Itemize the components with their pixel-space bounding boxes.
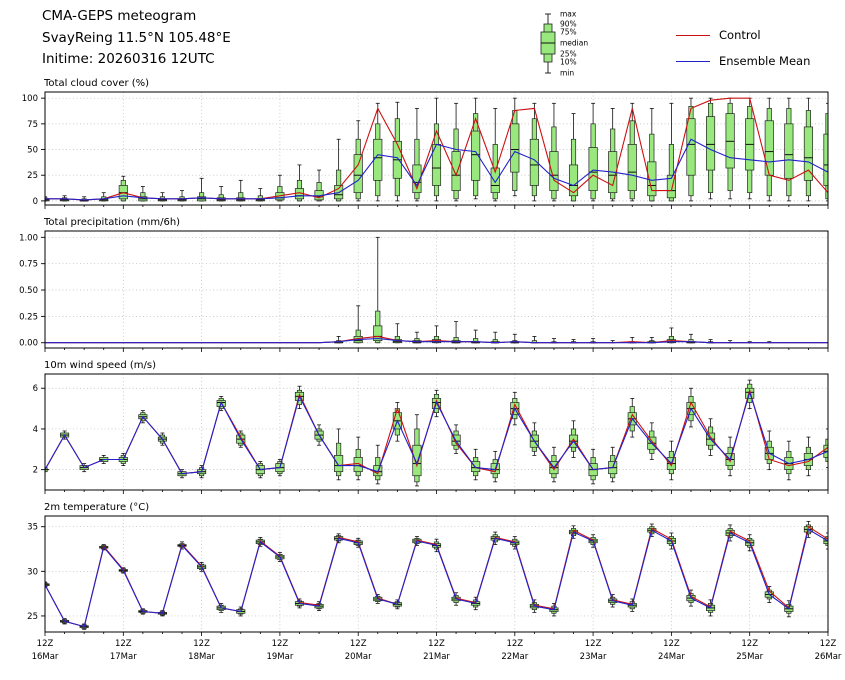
panel-4: 2m temperature (°C) 25 30 35 bbox=[27, 502, 832, 636]
x-tick-label-hour: 12Z bbox=[585, 639, 602, 649]
panel-content bbox=[41, 380, 832, 486]
x-tick-label-hour: 12Z bbox=[37, 639, 54, 649]
x-tick-label-hour: 12Z bbox=[115, 639, 132, 649]
app-title: CMA-GEPS meteogram bbox=[42, 6, 231, 28]
box-25-75 bbox=[334, 455, 342, 471]
x-tick-label-date: 21Mar bbox=[423, 652, 450, 662]
box-25-75 bbox=[589, 147, 597, 190]
box-25-75 bbox=[354, 155, 362, 193]
meteogram-page: CMA-GEPS meteogram SvayReing 11.5°N 105.… bbox=[0, 0, 845, 680]
panel-content bbox=[41, 98, 832, 201]
y-tick-label: 2 bbox=[33, 466, 38, 476]
y-tick-label: 100 bbox=[22, 94, 38, 104]
x-tick-label-date: 18Mar bbox=[188, 652, 215, 662]
panel-1: Total cloud cover (%) 0 25 50 75 100 bbox=[22, 78, 832, 209]
y-tick-label: 0.50 bbox=[19, 286, 38, 296]
x-tick-label-date: 25Mar bbox=[736, 652, 763, 662]
x-tick-label-date: 26Mar bbox=[815, 652, 842, 662]
y-tick-label: 6 bbox=[33, 384, 38, 394]
panel-3: 10m wind speed (m/s) 2 4 6 bbox=[33, 360, 833, 494]
boxplot-legend: max90%75%median25%10%min bbox=[541, 10, 588, 78]
box-25-75 bbox=[628, 144, 636, 190]
legend-box-label: max bbox=[560, 10, 577, 19]
panel-title: Total cloud cover (%) bbox=[43, 78, 149, 89]
box-25-75 bbox=[687, 119, 695, 176]
panel-title: 10m wind speed (m/s) bbox=[44, 360, 156, 371]
legend-box-label: median bbox=[560, 39, 588, 48]
box-25-75 bbox=[804, 127, 812, 180]
y-tick-label: 1.00 bbox=[19, 233, 38, 243]
y-tick-label: 0 bbox=[33, 197, 38, 207]
y-tick-label: 30 bbox=[27, 567, 38, 577]
legend-box-label: min bbox=[560, 69, 574, 78]
y-tick-label: 35 bbox=[27, 523, 38, 533]
x-tick-label-hour: 12Z bbox=[506, 639, 523, 649]
panel-title: 2m temperature (°C) bbox=[44, 502, 149, 513]
init-time: Initime: 20260316 12UTC bbox=[42, 49, 231, 71]
station-location: SvayReing 11.5°N 105.48°E bbox=[42, 28, 231, 50]
y-tick-label: 0.25 bbox=[19, 312, 38, 322]
x-tick-label-hour: 12Z bbox=[820, 639, 837, 649]
line-legend: Control Ensemble Mean bbox=[676, 28, 810, 80]
y-tick-label: 0.00 bbox=[19, 339, 38, 349]
panel-title: Total precipitation (mm/6h) bbox=[43, 217, 180, 228]
ensemble-mean-legend-label: Ensemble Mean bbox=[719, 54, 810, 68]
box-25-75 bbox=[765, 121, 773, 175]
x-tick-label-hour: 12Z bbox=[272, 639, 289, 649]
legend-box-label: 75% bbox=[560, 28, 577, 37]
x-tick-label-date: 24Mar bbox=[658, 652, 685, 662]
x-tick-label-date: 20Mar bbox=[345, 652, 372, 662]
y-tick-label: 0.75 bbox=[19, 260, 38, 270]
x-tick-label-hour: 12Z bbox=[428, 639, 445, 649]
x-tick-label-hour: 12Z bbox=[663, 639, 680, 649]
box-25-75 bbox=[413, 445, 421, 476]
box-25-75 bbox=[726, 114, 734, 168]
header: CMA-GEPS meteogram SvayReing 11.5°N 105.… bbox=[42, 6, 231, 71]
x-tick-label-hour: 12Z bbox=[741, 639, 758, 649]
meteogram-charts: Total cloud cover (%) 0 25 50 75 100 Total pre… bbox=[0, 0, 845, 680]
y-tick-label: 25 bbox=[27, 171, 38, 181]
legend-entry-control: Control bbox=[676, 28, 810, 42]
x-tick-label-date: 17Mar bbox=[110, 652, 137, 662]
y-tick-label: 50 bbox=[27, 146, 38, 156]
ensemble-mean-line-swatch bbox=[676, 61, 710, 62]
y-tick-label: 25 bbox=[27, 612, 38, 622]
box-25-75 bbox=[785, 124, 793, 178]
y-tick-label: 75 bbox=[27, 120, 38, 130]
control-line-swatch bbox=[676, 35, 710, 36]
box-25-75 bbox=[452, 152, 460, 191]
x-tick-label-hour: 12Z bbox=[193, 639, 210, 649]
panel-2: Total precipitation (mm/6h) 0.00 0.25 0.50 0… bbox=[19, 217, 828, 352]
legend-box-label: 10% bbox=[560, 58, 577, 67]
control-legend-label: Control bbox=[719, 28, 761, 42]
y-tick-label: 4 bbox=[33, 425, 38, 435]
x-tick-label-date: 23Mar bbox=[580, 652, 607, 662]
x-tick-label-date: 22Mar bbox=[501, 652, 528, 662]
x-tick-label-date: 19Mar bbox=[266, 652, 293, 662]
x-tick-label-date: 16Mar bbox=[32, 652, 59, 662]
box-25-75 bbox=[511, 124, 519, 172]
x-tick-label-hour: 12Z bbox=[350, 639, 367, 649]
box-25-75 bbox=[706, 117, 714, 170]
legend-entry-ensemble-mean: Ensemble Mean bbox=[676, 54, 810, 68]
box-25-75 bbox=[374, 139, 382, 180]
